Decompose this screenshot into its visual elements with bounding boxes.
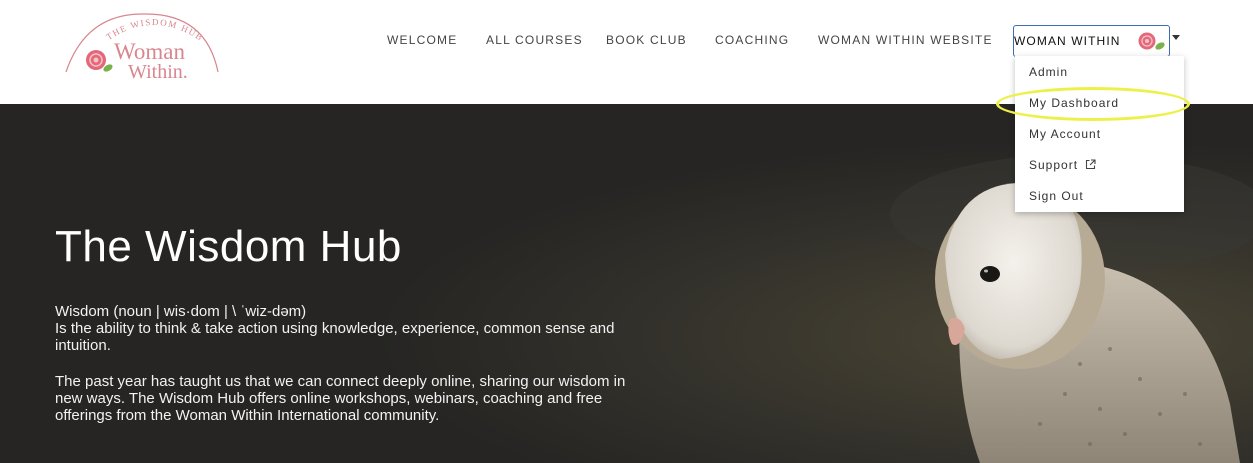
nav-woman-within-website[interactable]: WOMAN WITHIN WEBSITE: [818, 33, 993, 47]
rose-icon: [86, 50, 113, 72]
menu-item-my-dashboard[interactable]: My Dashboard: [1029, 96, 1119, 110]
menu-item-support[interactable]: Support: [1029, 158, 1096, 172]
menu-item-admin[interactable]: Admin: [1029, 65, 1068, 79]
nav-coaching[interactable]: COACHING: [715, 33, 789, 47]
external-link-icon: [1086, 159, 1096, 170]
user-menu-button[interactable]: WOMAN WITHIN I: [1013, 25, 1170, 57]
hero-definition: Wisdom (noun | wis·dom | \ ˈwiz-dəm) Is …: [55, 303, 615, 354]
chevron-down-icon[interactable]: [1172, 35, 1180, 40]
user-dropdown-menu: Admin My Dashboard My Account Support Si…: [1015, 56, 1184, 212]
hero-paragraph: The past year has taught us that we can …: [55, 373, 626, 424]
definition-line-2: Is the ability to think & take action us…: [55, 320, 615, 354]
site-logo[interactable]: THE WISDOM HUB Woman Within.: [56, 8, 236, 92]
logo-word-within: Within.: [128, 61, 188, 83]
menu-item-my-account[interactable]: My Account: [1029, 127, 1101, 141]
user-name: WOMAN WITHIN I: [1014, 34, 1126, 48]
user-avatar-rose-icon: [1138, 32, 1165, 50]
menu-item-support-label: Support: [1029, 158, 1079, 172]
nav-book-club[interactable]: BOOK CLUB: [606, 33, 687, 47]
definition-line-1: Wisdom (noun | wis·dom | \ ˈwiz-dəm): [55, 303, 307, 320]
nav-welcome[interactable]: WELCOME: [387, 33, 457, 47]
page-title: The Wisdom Hub: [55, 222, 402, 271]
nav-all-courses[interactable]: ALL COURSES: [486, 33, 583, 47]
menu-item-sign-out[interactable]: Sign Out: [1029, 189, 1084, 203]
